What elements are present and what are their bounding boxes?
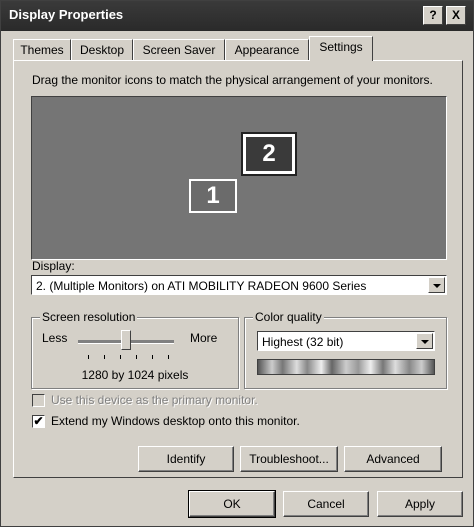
help-button[interactable]: ? [423, 6, 443, 25]
chevron-down-icon[interactable] [428, 277, 445, 293]
extend-desktop-checkbox[interactable]: ✔ [32, 415, 45, 428]
slider-tick [168, 355, 169, 359]
display-select-value: 2. (Multiple Monitors) on ATI MOBILITY R… [36, 279, 367, 293]
arrangement-instruction: Drag the monitor icons to match the phys… [32, 73, 433, 87]
slider-tick [152, 355, 153, 359]
ok-button[interactable]: OK [188, 490, 276, 518]
tab-desktop[interactable]: Desktop [71, 39, 133, 60]
resolution-less-label: Less [42, 331, 68, 345]
slider-tick [136, 355, 137, 359]
screen-resolution-group: Screen resolution Less More 1280 by 1024… [31, 310, 239, 389]
window-title: Display Properties [9, 7, 124, 22]
advanced-button[interactable]: Advanced [344, 446, 442, 472]
color-quality-select[interactable]: Highest (32 bit) [257, 331, 435, 351]
settings-panel: Drag the monitor icons to match the phys… [13, 60, 463, 478]
extend-desktop-label: Extend my Windows desktop onto this moni… [51, 414, 300, 428]
display-properties-window: Display Properties ? X Themes Desktop Sc… [0, 0, 474, 527]
slider-tick [104, 355, 105, 359]
title-bar[interactable]: Display Properties ? X [1, 1, 473, 31]
identify-button[interactable]: Identify [138, 446, 234, 472]
display-select[interactable]: 2. (Multiple Monitors) on ATI MOBILITY R… [31, 275, 447, 295]
apply-button[interactable]: Apply [377, 491, 463, 517]
tab-appearance[interactable]: Appearance [225, 39, 309, 60]
monitor-2-icon[interactable]: 2 [241, 132, 297, 176]
color-quality-group: Color quality Highest (32 bit) [244, 310, 447, 389]
slider-tick [120, 355, 121, 359]
color-preview-bar [257, 359, 435, 375]
monitor-1-icon[interactable]: 1 [189, 179, 237, 213]
color-quality-legend: Color quality [253, 310, 324, 324]
resolution-value: 1280 by 1024 pixels [81, 368, 189, 382]
display-label: Display: [32, 259, 75, 273]
cancel-button[interactable]: Cancel [283, 491, 369, 517]
slider-tick [88, 355, 89, 359]
tab-screen-saver[interactable]: Screen Saver [133, 39, 225, 60]
close-button[interactable]: X [446, 6, 466, 25]
primary-monitor-checkbox[interactable] [32, 394, 45, 407]
color-quality-value: Highest (32 bit) [262, 335, 344, 349]
tab-settings[interactable]: Settings [309, 36, 373, 61]
monitor-arrangement-area[interactable]: 1 2 [31, 96, 447, 260]
resolution-slider-thumb[interactable] [121, 330, 131, 350]
tab-themes[interactable]: Themes [13, 39, 71, 60]
primary-monitor-label: Use this device as the primary monitor. [51, 393, 258, 407]
screen-resolution-legend: Screen resolution [40, 310, 138, 324]
resolution-more-label: More [190, 331, 218, 345]
chevron-down-icon[interactable] [416, 333, 433, 349]
troubleshoot-button[interactable]: Troubleshoot... [240, 446, 338, 472]
